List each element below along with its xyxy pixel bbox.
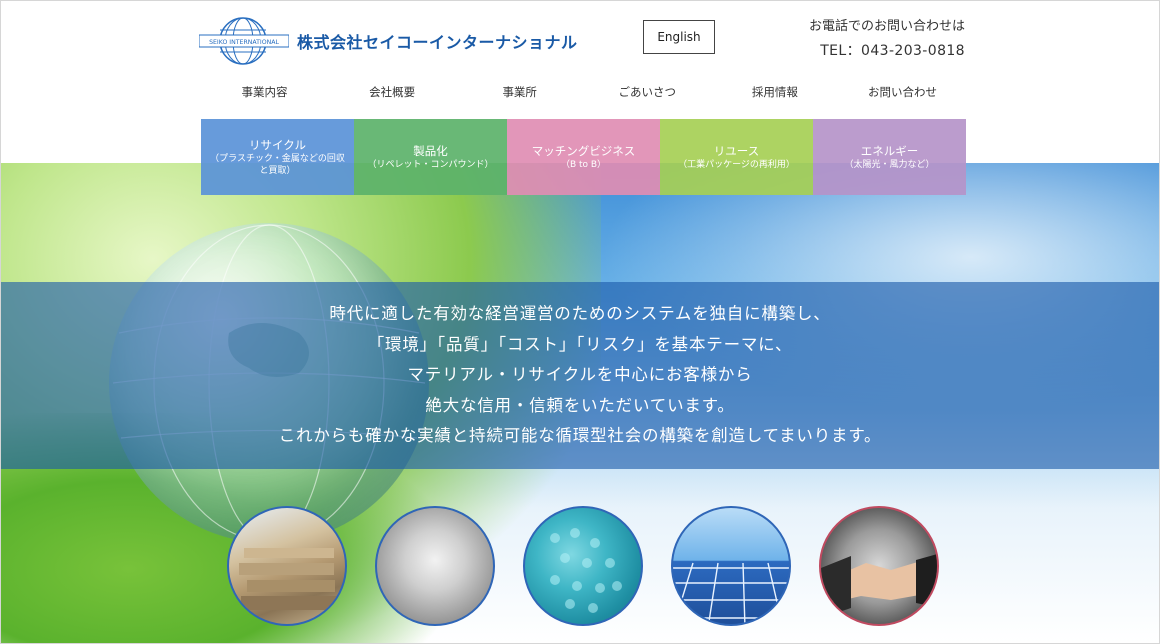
globe-logo-icon: SEIKO INTERNATIONAL — [199, 17, 289, 65]
category-subtitle: （リペレット・コンパウンド） — [367, 159, 494, 170]
mission-line: 絶大な信用・信頼をいただいています。 — [425, 395, 735, 415]
scrap-material-icon[interactable] — [227, 506, 347, 626]
nav-contact[interactable]: お問い合わせ — [839, 81, 966, 103]
mission-line: 時代に適した有効な経営運営のためのシステムを独自に構築し、 — [329, 304, 831, 324]
white-powder-icon[interactable] — [375, 506, 495, 626]
solar-panel-icon[interactable] — [671, 506, 791, 626]
category-subtitle: （太陽光・風力など） — [844, 159, 935, 170]
nav-business[interactable]: 事業内容 — [201, 81, 328, 103]
category-subtitle: （プラスチック・金属などの回収と買取） — [210, 153, 345, 176]
company-name: 株式会社セイコーインターナショナル — [297, 33, 578, 52]
mission-line: これからも確かな実績と持続可能な循環型社会の構築を創造してまいります。 — [278, 426, 882, 446]
handshake-icon[interactable] — [819, 506, 939, 626]
category-energy[interactable]: エネルギー （太陽光・風力など） — [813, 119, 966, 195]
category-title: 製品化 — [413, 143, 448, 158]
nav-greeting[interactable]: ごあいさつ — [584, 81, 711, 103]
category-title: リサイクル — [249, 137, 306, 152]
nav-offices[interactable]: 事業所 — [456, 81, 583, 103]
phone-number[interactable]: TEL：043-203-0818 — [809, 40, 965, 62]
category-reuse[interactable]: リユース （工業パッケージの再利用） — [660, 119, 813, 195]
nav-company[interactable]: 会社概要 — [329, 81, 456, 103]
page: SEIKO INTERNATIONAL 株式会社セイコーインターナショナル En… — [0, 0, 1160, 644]
category-productization[interactable]: 製品化 （リペレット・コンパウンド） — [354, 119, 507, 195]
contact-info: お電話でのお問い合わせは TEL：043-203-0818 — [809, 17, 965, 62]
logo-text: SEIKO INTERNATIONAL — [209, 39, 279, 46]
category-matching-business[interactable]: マッチングビジネス （B to B） — [507, 119, 660, 195]
mission-line: マテリアル・リサイクルを中心にお客様から — [407, 365, 753, 385]
category-menu: リサイクル （プラスチック・金属などの回収と買取） 製品化 （リペレット・コンパ… — [201, 119, 966, 195]
category-title: マッチングビジネス — [531, 143, 636, 158]
category-title: エネルギー — [860, 143, 919, 158]
company-logo[interactable]: SEIKO INTERNATIONAL 株式会社セイコーインターナショナル — [199, 15, 578, 67]
category-subtitle: （B to B） — [560, 159, 607, 170]
category-recycle[interactable]: リサイクル （プラスチック・金属などの回収と買取） — [201, 119, 354, 195]
blue-pellets-icon[interactable] — [523, 506, 643, 626]
nav-recruit[interactable]: 採用情報 — [711, 81, 838, 103]
contact-lead: お電話でのお問い合わせは — [808, 19, 965, 34]
main-nav: 事業内容 会社概要 事業所 ごあいさつ 採用情報 お問い合わせ — [201, 81, 966, 103]
mission-statement: 時代に適した有効な経営運営のためのシステムを独自に構築し、 「環境」「品質」「コ… — [1, 282, 1159, 469]
service-photo-row — [227, 506, 941, 630]
category-title: リユース — [713, 143, 760, 158]
english-button[interactable]: English — [643, 20, 715, 54]
mission-line: 「環境」「品質」「コスト」「リスク」を基本テーマに、 — [367, 334, 793, 354]
category-subtitle: （工業パッケージの再利用） — [678, 159, 795, 170]
